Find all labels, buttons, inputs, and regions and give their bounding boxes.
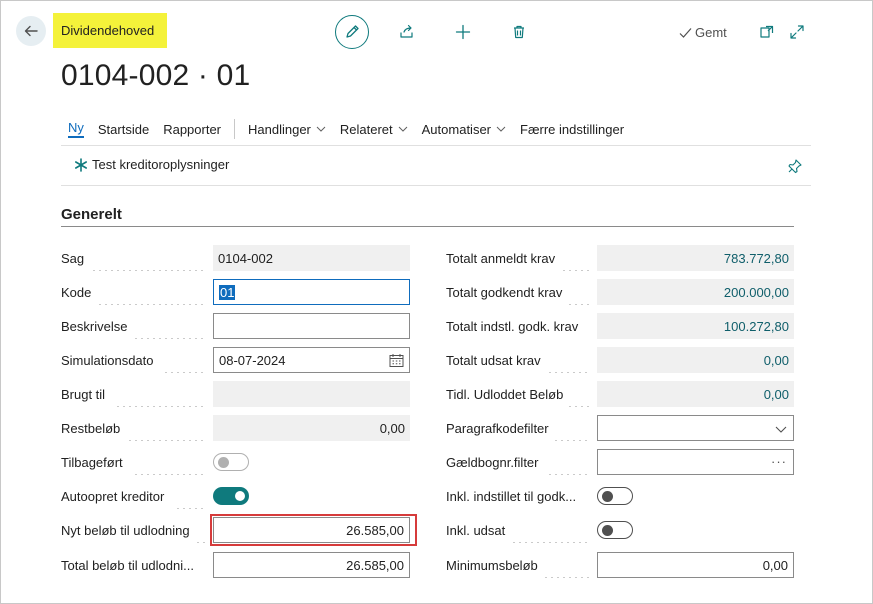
annotation-highlight <box>210 514 417 546</box>
label-leader <box>195 517 205 543</box>
field-total-beloeb-value[interactable]: 26.585,00 <box>213 552 410 578</box>
field-paragrafkodefilter-select[interactable] <box>597 415 794 441</box>
field-sag-value: 0104-002 <box>213 245 410 271</box>
group-title-generelt: Generelt <box>61 206 122 223</box>
field-gaeldbognr-input[interactable]: ··· <box>597 449 794 475</box>
back-button[interactable] <box>16 16 46 46</box>
asterisk-icon <box>75 157 87 172</box>
label-leader <box>567 381 591 407</box>
label-leader <box>547 347 591 373</box>
saved-status-text: Gemt <box>695 25 727 40</box>
label-leader <box>511 517 591 543</box>
new-button[interactable] <box>453 22 473 42</box>
label-leader <box>547 449 591 475</box>
test-kreditor-action[interactable]: Test kreditoroplysninger <box>74 157 229 172</box>
open-new-window-icon <box>760 25 774 38</box>
action-handlinger[interactable]: Handlinger <box>241 113 333 145</box>
label-leader <box>97 279 205 305</box>
action-faerre-indstillinger-label: Færre indstillinger <box>520 121 625 137</box>
saved-status: Gemt <box>679 25 727 40</box>
checkmark-icon <box>679 27 692 38</box>
field-totalt-anmeldt-value[interactable]: 783.772,80 <box>597 245 794 271</box>
pencil-icon <box>346 25 359 38</box>
field-restbeloeb-value: 0,00 <box>213 415 410 441</box>
label-leader <box>175 483 205 509</box>
field-kode-value: 01 <box>219 284 236 300</box>
group-underline <box>61 226 794 227</box>
lookup-ellipsis-icon[interactable]: ··· <box>771 454 787 469</box>
toggle-knob <box>602 491 613 502</box>
divider <box>61 185 811 186</box>
action-relateret-label: Relateret <box>339 121 393 137</box>
field-label-inkl-indstillet: Inkl. indstillet til godk... <box>446 488 577 504</box>
open-new-window-button[interactable] <box>757 22 777 42</box>
share-icon <box>400 24 413 38</box>
toggle-autoopret-kreditor[interactable] <box>213 487 249 505</box>
page-frame: Dividendehoved Gemt 0104-002 · 01 Ny Sta… <box>0 0 873 604</box>
action-separator <box>234 119 236 139</box>
test-kreditor-label: Test kreditoroplysninger <box>92 157 230 172</box>
chevron-down-icon <box>398 126 407 132</box>
label-leader <box>567 279 591 305</box>
record-title: 0104-002 · 01 <box>61 59 251 92</box>
action-automatiser-label: Automatiser <box>421 121 492 137</box>
delete-button[interactable] <box>509 22 529 42</box>
action-rapporter-label: Rapporter <box>163 121 222 137</box>
label-leader <box>133 313 205 339</box>
calendar-icon[interactable] <box>389 353 404 368</box>
chevron-down-icon <box>316 126 326 132</box>
plus-icon <box>455 24 471 40</box>
label-leader <box>127 415 205 441</box>
action-startside-label: Startside <box>97 121 150 137</box>
label-leader <box>163 347 205 373</box>
trash-icon <box>514 25 524 39</box>
action-ny[interactable]: Ny <box>61 113 91 145</box>
chevron-down-icon <box>496 126 506 132</box>
field-simulationsdato-input[interactable]: 08-07-2024 <box>213 347 410 373</box>
action-ny-label: Ny <box>68 120 84 138</box>
field-totalt-udsat-value[interactable]: 0,00 <box>597 347 794 373</box>
field-totalt-indstl-value[interactable]: 100.272,80 <box>597 313 794 339</box>
label-leader <box>91 245 205 271</box>
action-rapporter[interactable]: Rapporter <box>156 113 228 145</box>
page-caption: Dividendehoved <box>53 13 167 48</box>
label-leader <box>543 552 591 578</box>
toggle-knob <box>235 491 245 501</box>
field-label-nyt-beloeb: Nyt beløb til udlodning <box>61 522 190 538</box>
toggle-knob <box>602 525 613 536</box>
field-simulationsdato-value: 08-07-2024 <box>219 352 286 368</box>
toggle-tilbagefoert[interactable] <box>213 453 249 471</box>
field-totalt-godkendt-value[interactable]: 200.000,00 <box>597 279 794 305</box>
expand-icon <box>790 25 804 39</box>
label-leader <box>561 245 591 271</box>
toggle-inkl-indstillet[interactable] <box>597 487 633 505</box>
toggle-knob <box>218 457 229 468</box>
pin-icon[interactable] <box>787 158 803 174</box>
edit-button[interactable] <box>335 15 369 49</box>
field-brugt-til-value <box>213 381 410 407</box>
field-tidl-udloddet-value[interactable]: 0,00 <box>597 381 794 407</box>
arrow-left-icon <box>24 25 38 37</box>
field-minimumsbeloeb-input[interactable]: 0,00 <box>597 552 794 578</box>
label-leader <box>115 381 205 407</box>
action-faerre-indstillinger[interactable]: Færre indstillinger <box>513 113 631 145</box>
action-relateret[interactable]: Relateret <box>333 113 415 145</box>
label-leader <box>553 415 591 441</box>
action-startside[interactable]: Startside <box>91 113 156 145</box>
expand-button[interactable] <box>787 22 807 42</box>
toggle-inkl-udsat[interactable] <box>597 521 633 539</box>
label-leader <box>133 449 205 475</box>
action-bar: Ny Startside Rapporter Handlinger Relate… <box>61 113 811 145</box>
field-beskrivelse-input[interactable] <box>213 313 410 339</box>
chevron-down-icon <box>775 426 787 433</box>
action-handlinger-label: Handlinger <box>248 121 311 137</box>
divider <box>61 145 811 146</box>
field-label-total-beloeb: Total beløb til udlodni... <box>61 557 194 573</box>
action-automatiser[interactable]: Automatiser <box>415 113 513 145</box>
field-label-totalt-indstl: Totalt indstl. godk. krav <box>446 318 579 334</box>
share-button[interactable] <box>397 22 417 42</box>
field-kode-input[interactable]: 01 <box>213 279 410 305</box>
